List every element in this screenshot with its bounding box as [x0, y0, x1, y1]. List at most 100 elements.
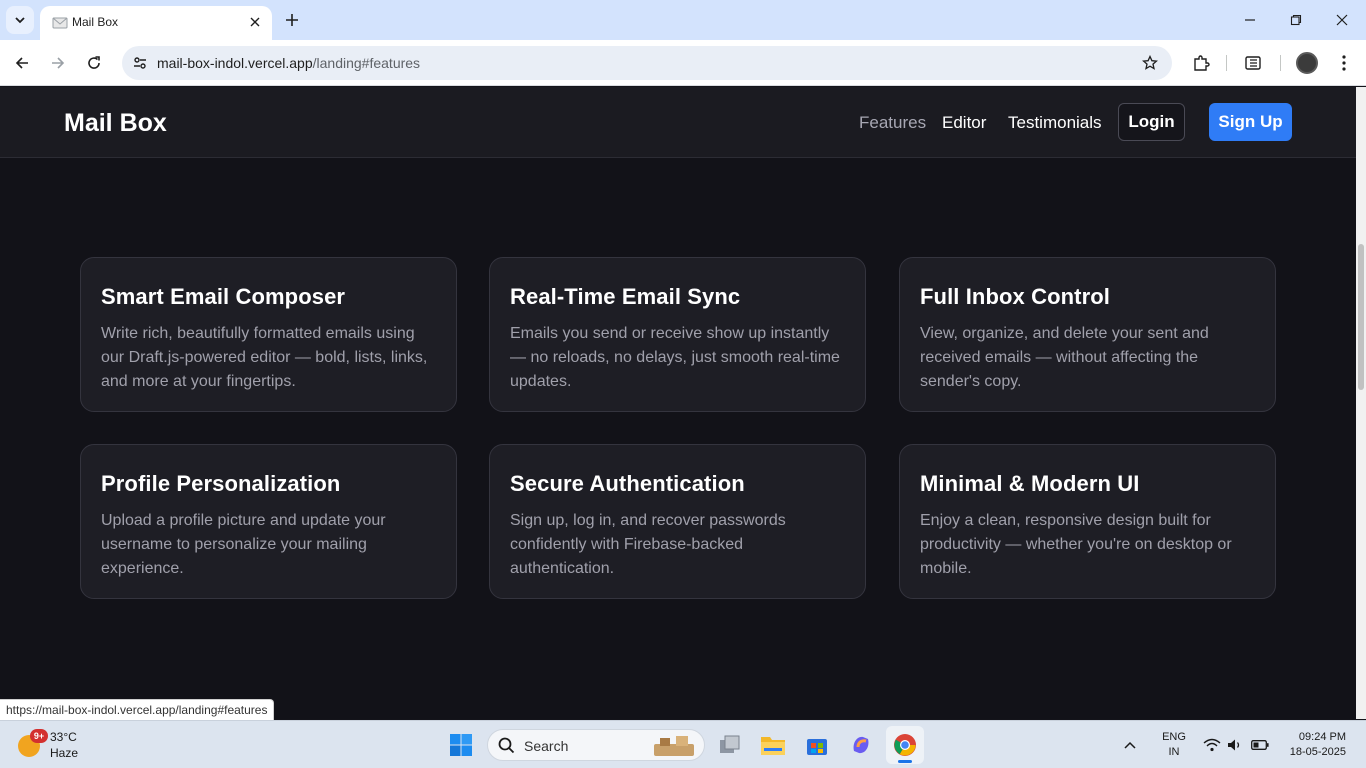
- feature-title: Real-Time Email Sync: [510, 284, 741, 309]
- task-view-icon: [720, 735, 740, 753]
- feature-description: Upload a profile picture and update your…: [101, 512, 386, 577]
- feature-card: Secure Authentication Sign up, log in, a…: [489, 444, 866, 599]
- brand-logo[interactable]: Mail Box: [64, 109, 167, 138]
- bookmark-star-icon[interactable]: [1138, 51, 1162, 75]
- clock-time: 09:24 PM: [1298, 731, 1346, 743]
- nav-link-testimonials[interactable]: Testimonials: [1008, 113, 1102, 133]
- plus-icon: [286, 14, 298, 26]
- search-label: Search: [524, 738, 569, 754]
- scrollbar-thumb[interactable]: [1358, 244, 1364, 390]
- search-icon: [498, 737, 515, 754]
- feature-title: Smart Email Composer: [101, 284, 346, 309]
- copilot-icon: [853, 736, 869, 754]
- copilot-button[interactable]: [842, 726, 880, 764]
- new-tab-button[interactable]: [280, 8, 304, 32]
- feature-title: Secure Authentication: [510, 471, 745, 496]
- feature-title: Profile Personalization: [101, 471, 341, 496]
- feature-title: Minimal & Modern UI: [920, 471, 1140, 496]
- page-viewport: Mail Box Features Editor Testimonials Lo…: [0, 87, 1356, 719]
- chrome-taskbar-button[interactable]: [886, 726, 924, 764]
- search-highlight-icon: [654, 736, 694, 756]
- battery-icon: [1251, 740, 1269, 750]
- restore-button[interactable]: [1280, 6, 1312, 34]
- feature-card: Full Inbox Control View, organize, and d…: [899, 257, 1276, 412]
- puzzle-icon: [1194, 55, 1210, 71]
- taskbar-clock[interactable]: 09:24 PM 18-05-2025: [1284, 730, 1346, 760]
- mail-favicon-icon: [52, 17, 68, 29]
- signup-button[interactable]: Sign Up: [1209, 103, 1292, 141]
- feature-description: Emails you send or receive show up insta…: [510, 325, 840, 390]
- site-navbar: Mail Box Features Editor Testimonials Lo…: [0, 87, 1356, 158]
- back-button[interactable]: [8, 49, 36, 77]
- restore-icon: [1290, 14, 1302, 26]
- windows-logo-icon: [450, 734, 472, 756]
- reading-list-button[interactable]: [1239, 49, 1267, 77]
- feature-card: Minimal & Modern UI Enjoy a clean, respo…: [899, 444, 1276, 599]
- page-scrollbar[interactable]: [1356, 87, 1366, 719]
- link-status-bubble: https://mail-box-indol.vercel.app/landin…: [0, 699, 275, 720]
- close-icon: [1336, 14, 1348, 26]
- login-button[interactable]: Login: [1118, 103, 1185, 141]
- close-window-button[interactable]: [1326, 6, 1358, 34]
- taskbar-search[interactable]: Search: [487, 729, 705, 761]
- reload-button[interactable]: [80, 49, 108, 77]
- feature-card: Profile Personalization Upload a profile…: [80, 444, 457, 599]
- extensions-button[interactable]: [1187, 49, 1215, 77]
- folder-icon: [761, 737, 785, 755]
- store-icon: [807, 739, 827, 755]
- toolbar-divider: [1226, 55, 1227, 71]
- feature-description: View, organize, and delete your sent and…: [920, 325, 1209, 390]
- nav-link-editor[interactable]: Editor: [942, 113, 986, 133]
- weather-temperature: 33°C: [50, 730, 77, 744]
- volume-icon: [1228, 739, 1240, 751]
- feature-title: Full Inbox Control: [920, 284, 1110, 309]
- menu-button[interactable]: [1330, 49, 1358, 77]
- avatar: [1296, 52, 1318, 74]
- url-host: mail-box-indol.vercel.app: [157, 55, 313, 71]
- arrow-right-icon: [52, 57, 65, 69]
- wifi-icon: [1203, 738, 1221, 752]
- active-app-indicator: [898, 760, 912, 763]
- feature-card: Smart Email Composer Write rich, beautif…: [80, 257, 457, 412]
- reload-icon: [88, 56, 100, 69]
- tab-strip: Mail Box: [0, 0, 1366, 40]
- feature-description: Enjoy a clean, responsive design built f…: [920, 512, 1232, 577]
- weather-condition: Haze: [50, 746, 79, 760]
- forward-button[interactable]: [44, 49, 72, 77]
- microsoft-store-button[interactable]: [798, 726, 836, 764]
- url-path: /landing#features: [312, 55, 421, 71]
- feature-description: Write rich, beautifully formatted emails…: [101, 325, 428, 390]
- system-tray-quick-settings[interactable]: [1198, 726, 1274, 764]
- clock-date: 18-05-2025: [1289, 746, 1346, 758]
- toolbar-divider: [1280, 55, 1281, 71]
- url-text: mail-box-indol.vercel.app/landing#featur…: [157, 55, 420, 71]
- browser-toolbar: mail-box-indol.vercel.app/landing#featur…: [0, 40, 1366, 86]
- notification-badge: 9+: [30, 729, 48, 743]
- close-tab-icon[interactable]: [246, 13, 264, 31]
- language-code: ENG: [1162, 731, 1186, 743]
- chevron-down-icon: [15, 17, 25, 24]
- profile-button[interactable]: [1293, 49, 1321, 77]
- feature-card: Real-Time Email Sync Emails you send or …: [489, 257, 866, 412]
- chrome-icon: [894, 734, 916, 756]
- browser-tab-active[interactable]: Mail Box: [40, 6, 272, 40]
- taskbar: 9+ 33°C Haze Search ENG IN 09:24 PM 18-0…: [0, 720, 1366, 768]
- task-view-button[interactable]: [711, 726, 749, 764]
- file-explorer-button[interactable]: [754, 726, 792, 764]
- more-vertical-icon: [1342, 55, 1346, 71]
- input-language-indicator[interactable]: ENG IN: [1160, 730, 1188, 760]
- chevron-up-icon: [1124, 741, 1136, 749]
- address-bar[interactable]: mail-box-indol.vercel.app/landing#featur…: [122, 46, 1172, 80]
- tab-title: Mail Box: [72, 15, 119, 29]
- site-info-icon[interactable]: [128, 51, 152, 75]
- tab-search-button[interactable]: [6, 6, 34, 34]
- start-button[interactable]: [442, 726, 480, 764]
- minimize-icon: [1245, 19, 1255, 21]
- show-hidden-icons-button[interactable]: [1116, 726, 1144, 764]
- nav-link-features[interactable]: Features: [859, 113, 926, 133]
- region-code: IN: [1168, 746, 1180, 758]
- sidebar-icon: [1245, 56, 1261, 70]
- feature-description: Sign up, log in, and recover passwords c…: [510, 512, 786, 577]
- minimize-button[interactable]: [1234, 6, 1266, 34]
- arrow-left-icon: [15, 57, 28, 69]
